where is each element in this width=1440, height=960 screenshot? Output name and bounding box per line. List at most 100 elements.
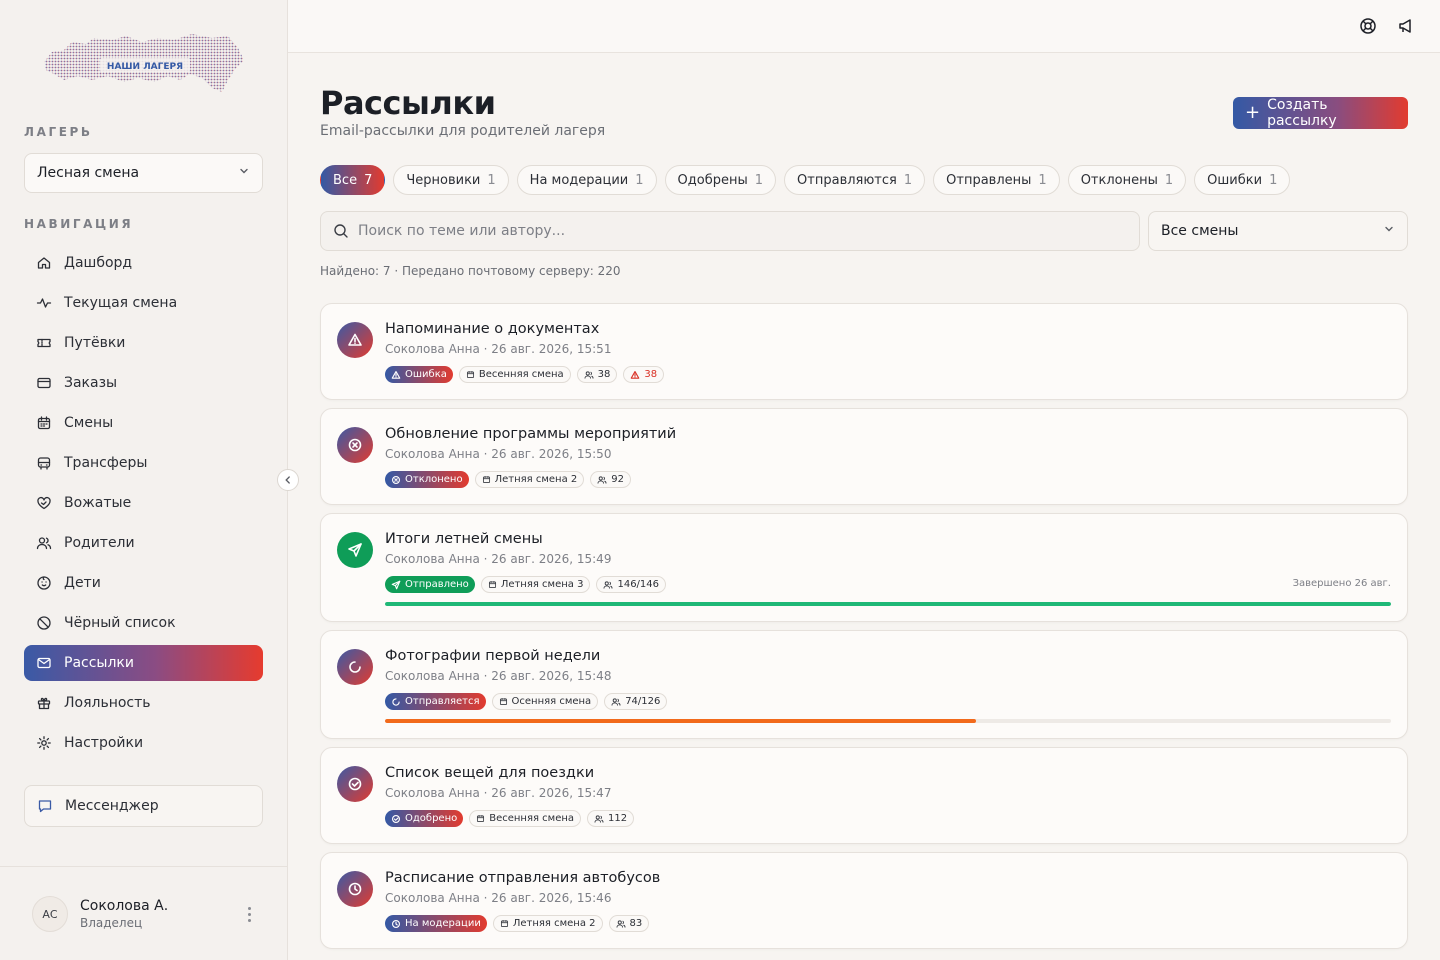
shift-tag: Летняя смена 2 — [474, 471, 585, 488]
user-profile[interactable]: АС Соколова А. Владелец — [32, 894, 262, 934]
filter-tab[interactable]: Все 7 — [320, 165, 386, 195]
recipients-tag: 112 — [587, 810, 635, 827]
shift-filter-value: Все смены — [1161, 223, 1239, 239]
recipients-tag: 92 — [590, 471, 631, 488]
mailing-tags: Ошибка Весенняя смена 38 38 — [385, 366, 665, 383]
chevron-down-icon — [238, 165, 250, 181]
gift-icon — [36, 695, 52, 711]
sidebar-item-settings[interactable]: Настройки — [24, 725, 263, 761]
plus-icon: + — [1245, 102, 1261, 123]
sidebar-item-baby[interactable]: Дети — [24, 565, 263, 601]
sidebar-item-label: Трансферы — [64, 455, 148, 471]
baby-icon — [36, 575, 52, 591]
sidebar-item-label: Дети — [64, 575, 101, 591]
mailing-tags: На модерации Летняя смена 2 83 — [385, 915, 650, 932]
mailing-tags: Отправлено Летняя смена 3 146/146 — [385, 576, 667, 593]
mailing-card[interactable]: Фотографии первой недели Соколова Анна · … — [320, 630, 1408, 739]
progress-bar — [385, 602, 1391, 606]
mailing-title: Обновление программы мероприятий — [385, 426, 677, 442]
filter-tab[interactable]: Одобрены 1 — [664, 165, 777, 195]
shift-tag: Весенняя смена — [458, 366, 571, 383]
search-icon — [333, 223, 349, 239]
mailing-title: Напоминание о документах — [385, 321, 600, 337]
ban-icon — [36, 615, 52, 631]
shift-tag-label: Весенняя смена — [489, 813, 575, 824]
filter-tab-count: 1 — [487, 172, 496, 188]
mailing-card[interactable]: Напоминание о документах Соколова Анна · … — [320, 303, 1408, 400]
filter-tab-count: 1 — [903, 172, 913, 188]
x-circle-icon — [337, 427, 373, 463]
filter-tab-count: 1 — [635, 172, 644, 188]
filter-tab[interactable]: Отправляются 1 — [784, 165, 926, 195]
filter-tab-label: Отклонены — [1080, 172, 1158, 188]
filter-tab-count: 1 — [754, 172, 764, 188]
filter-tab[interactable]: Отправлены 1 — [933, 165, 1060, 195]
filter-tab-label: На модерации — [529, 172, 629, 188]
more-vertical-icon[interactable] — [248, 906, 252, 922]
sidebar-item-heart-handshake[interactable]: Вожатые — [24, 485, 263, 521]
status-filter-tabs: Все 7 Черновики 1 На модерации 1 Одобрены 1 Отпр… — [320, 165, 1291, 195]
sidebar-item-label: Заказы — [64, 375, 118, 391]
clock-icon — [337, 871, 373, 907]
mailing-meta: Соколова Анна · 26 авг. 2026, 15:49 — [385, 552, 612, 566]
search-input[interactable]: Поиск по теме или автору... — [320, 211, 1140, 251]
logo[interactable]: НАШИ ЛАГЕРЯ — [42, 30, 246, 102]
status-badge-label: Отклонено — [405, 474, 463, 485]
camp-select-value: Лесная смена — [37, 165, 140, 181]
camp-section-label: ЛАГЕРЬ — [24, 125, 93, 139]
sidebar-item-mail[interactable]: Рассылки — [24, 645, 263, 681]
recipients-tag: 83 — [608, 915, 650, 932]
filter-tab[interactable]: Ошибки 1 — [1194, 165, 1291, 195]
camp-select[interactable]: Лесная смена — [24, 153, 263, 193]
sidebar-item-ticket[interactable]: Путёвки — [24, 325, 263, 361]
mailing-card[interactable]: Расписание отправления автобусов Соколова… — [320, 852, 1408, 949]
filter-tab[interactable]: Черновики 1 — [393, 165, 509, 195]
sidebar-item-card[interactable]: Заказы — [24, 365, 263, 401]
sidebar-item-label: Текущая смена — [64, 295, 178, 311]
megaphone-icon[interactable] — [1397, 17, 1415, 35]
messenger-label: Мессенджер — [65, 798, 159, 814]
mailing-card[interactable]: Список вещей для поездки Соколова Анна · … — [320, 747, 1408, 844]
lifebuoy-icon[interactable] — [1359, 17, 1377, 35]
progress-bar — [385, 719, 1391, 723]
shift-filter-select[interactable]: Все смены — [1148, 211, 1408, 251]
sidebar-item-label: Лояльность — [64, 695, 151, 711]
chevron-down-icon — [1383, 223, 1395, 239]
filter-tab-label: Ошибки — [1207, 172, 1263, 188]
recipients-count: 112 — [608, 813, 628, 824]
divider — [0, 866, 287, 867]
status-badge-label: Отправляется — [405, 696, 480, 707]
sidebar-item-home[interactable]: Дашборд — [24, 245, 263, 281]
mailing-card[interactable]: Итоги летней смены Соколова Анна · 26 авг… — [320, 513, 1408, 622]
recipients-count: 92 — [611, 474, 624, 485]
sidebar-item-activity[interactable]: Текущая смена — [24, 285, 263, 321]
svg-text:НАШИ ЛАГЕРЯ: НАШИ ЛАГЕРЯ — [107, 62, 183, 72]
sidebar-item-bus[interactable]: Трансферы — [24, 445, 263, 481]
send-icon — [337, 532, 373, 568]
sidebar-item-users[interactable]: Родители — [24, 525, 263, 561]
user-name: Соколова А. — [80, 898, 169, 914]
status-badge-label: Ошибка — [405, 369, 447, 380]
create-mailing-button[interactable]: + Создать рассылку — [1233, 97, 1408, 129]
filter-tab-label: Одобрены — [677, 172, 748, 188]
filter-tab-count: 1 — [1038, 172, 1047, 188]
mail-icon — [36, 655, 52, 671]
filter-tab-label: Черновики — [406, 172, 481, 188]
collapse-sidebar-button[interactable] — [277, 469, 299, 491]
filter-tab[interactable]: Отклонены 1 — [1067, 165, 1187, 195]
sidebar-item-calendar[interactable]: Смены — [24, 405, 263, 441]
sidebar-item-ban[interactable]: Чёрный список — [24, 605, 263, 641]
shift-tag: Весенняя смена — [469, 810, 582, 827]
shift-tag-label: Осенняя смена — [511, 696, 592, 707]
filter-tab[interactable]: На модерации 1 — [516, 165, 657, 195]
page-title: Рассылки — [320, 84, 496, 122]
filter-tab-count: 7 — [364, 172, 373, 188]
shift-tag: Летняя смена 3 — [480, 576, 591, 593]
messenger-button[interactable]: Мессенджер — [24, 785, 263, 827]
activity-icon — [36, 295, 52, 311]
sidebar-item-gift[interactable]: Лояльность — [24, 685, 263, 721]
mailing-meta: Соколова Анна · 26 авг. 2026, 15:51 — [385, 342, 612, 356]
create-mailing-label: Создать рассылку — [1267, 97, 1337, 129]
mailing-card[interactable]: Обновление программы мероприятий Соколова… — [320, 408, 1408, 505]
user-role: Владелец — [80, 916, 143, 930]
